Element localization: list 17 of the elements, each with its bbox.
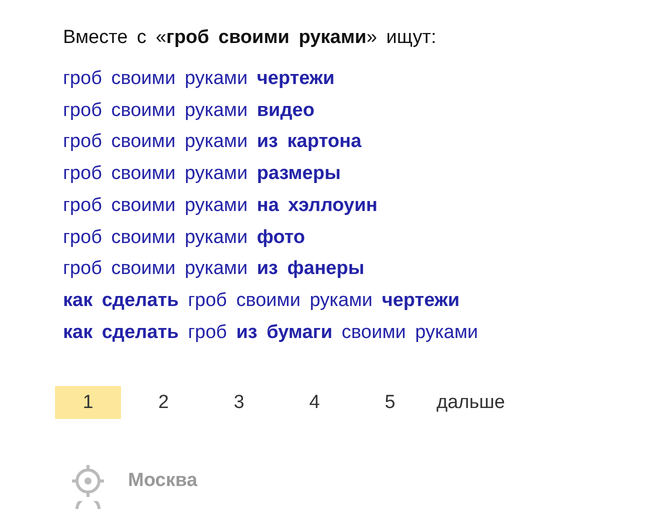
suggestion-link[interactable]: гроб своими руками чертежи [63,63,335,95]
suggestion-link[interactable]: гроб своими руками фото [63,222,306,254]
page-link[interactable]: 5 [357,386,423,420]
suggestion-link[interactable]: гроб своими руками размеры [63,158,341,190]
suggestion-link[interactable]: как сделать гроб своими руками чертежи [63,284,460,317]
next-page-link[interactable]: дальше [432,386,509,420]
page-link[interactable]: 3 [206,386,272,420]
page-link[interactable]: 2 [130,386,196,420]
suggestion-link[interactable]: гроб своими руками на хэллоуин [63,190,378,222]
suggestion-link[interactable]: гроб своими руками из фанеры [63,253,364,285]
suggestion-link[interactable]: гроб своими руками видео [63,94,314,126]
suggestion-link[interactable]: как сделать гроб из бумаги своими руками [63,316,478,348]
page-link[interactable]: 4 [282,386,348,420]
location-icon [70,463,106,500]
page-link[interactable]: 1 [55,386,121,420]
related-heading: Вместе с «гроб своими руками» ищут: [63,26,436,50]
suggestion-link[interactable]: гроб своими руками из картона [63,126,362,158]
